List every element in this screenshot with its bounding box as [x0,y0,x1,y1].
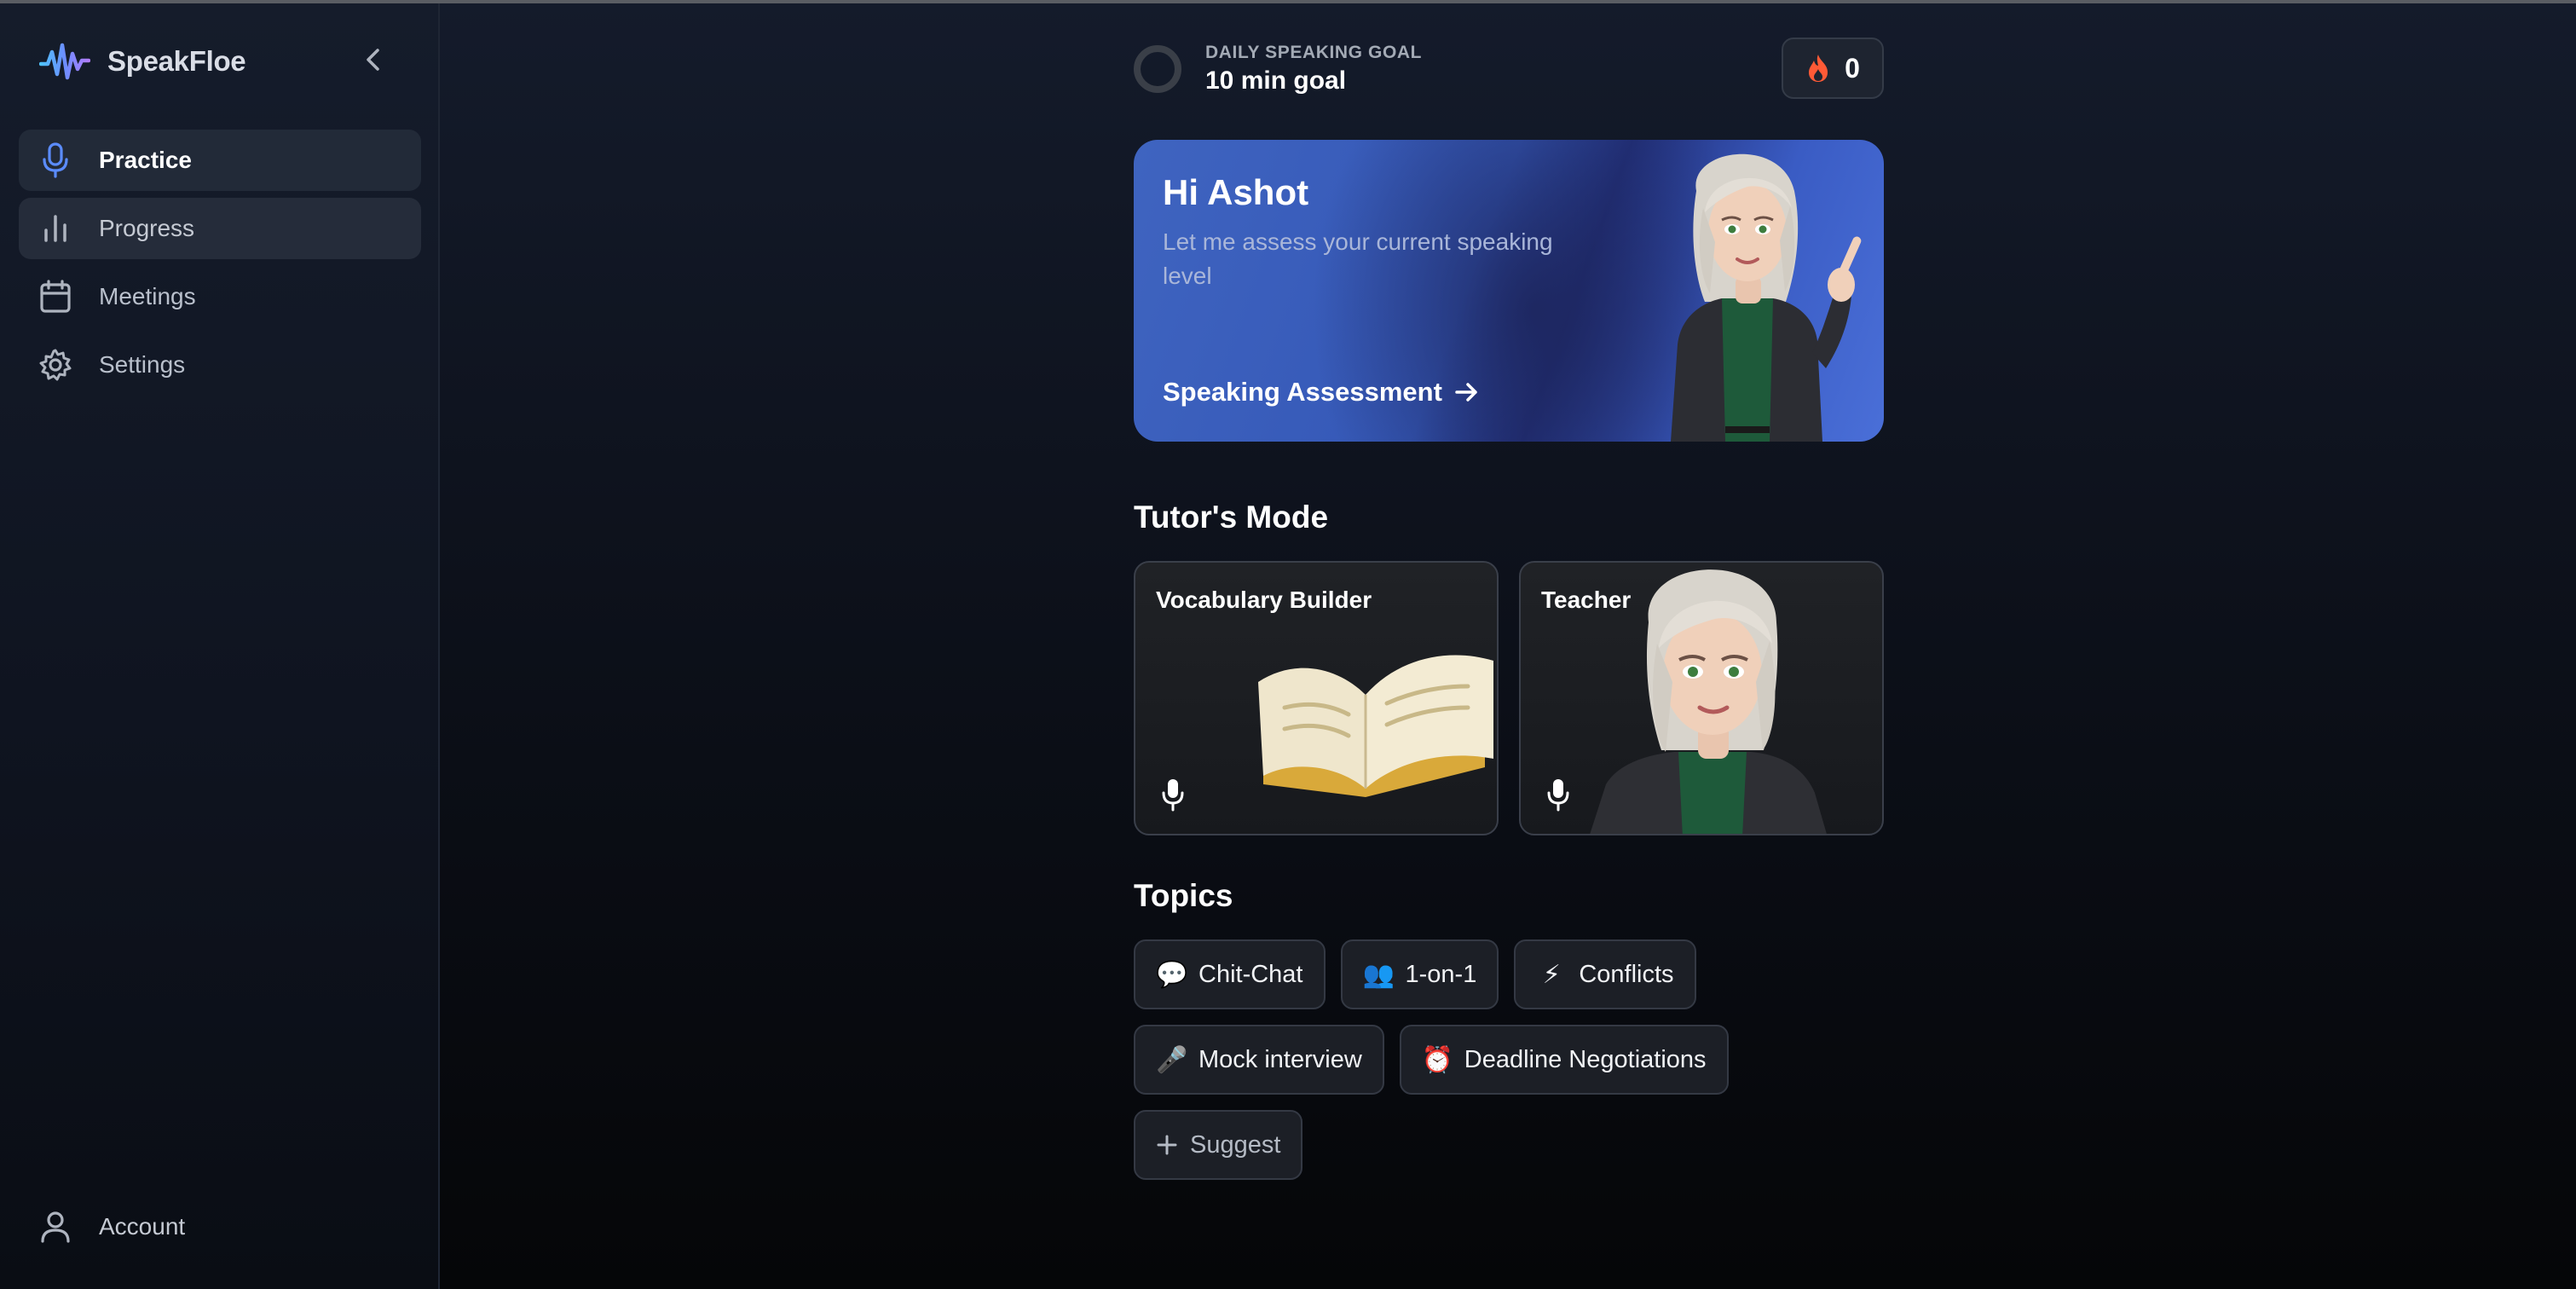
microphone-icon [38,142,73,178]
goal-progress-ring [1134,45,1181,93]
brand[interactable]: SpeakFloe [39,36,246,87]
hero-title: Hi Ashot [1163,172,1309,212]
topics-title: Topics [1134,878,1233,913]
sidebar-item-progress[interactable]: Progress [19,198,421,259]
goal-label: DAILY SPEAKING GOAL [1205,43,1423,62]
chip-label: Conflicts [1579,960,1674,988]
topic-chip-conflicts[interactable]: ⚡ Conflicts [1514,939,1696,1009]
tutor-mode-title: Tutor's Mode [1134,500,1329,535]
topic-chip-deadline-negotiations[interactable]: ⏰ Deadline Negotiations [1399,1025,1729,1095]
app-name: SpeakFloe [107,45,246,77]
speaking-assessment-card[interactable]: Hi Ashot Let me assess your current spea… [1134,140,1884,442]
people-icon: 👥 [1362,960,1395,989]
flame-icon [1809,55,1828,82]
chip-label: Mock interview [1198,1045,1362,1073]
chip-label: Deadline Negotiations [1464,1045,1707,1073]
sidebar-nav: Practice Progress Meetings Settings [19,130,421,402]
chip-label: 1-on-1 [1405,960,1477,988]
sidebar-item-label: Practice [99,147,192,173]
vocabulary-builder-card[interactable]: Vocabulary Builder [1134,561,1499,835]
daily-goal[interactable]: DAILY SPEAKING GOAL 10 min goal [1134,43,1422,95]
lightning-icon: ⚡ [1542,960,1561,989]
card-title: Teacher [1541,587,1632,613]
calendar-icon [38,279,73,315]
account-label: Account [99,1213,186,1240]
suggest-topic-button[interactable]: Suggest [1134,1110,1303,1180]
user-icon [38,1209,73,1245]
sidebar-item-label: Settings [99,351,186,378]
speaking-assessment-button[interactable]: Speaking Assessment [1163,377,1480,408]
arrow-right-icon [1455,383,1477,402]
card-title: Vocabulary Builder [1156,587,1372,613]
soundwave-logo-icon [39,43,90,80]
hero-subtitle: Let me assess your current speaking leve… [1163,228,1553,289]
sidebar-item-settings[interactable]: Settings [19,334,421,396]
teacher-card[interactable]: Teacher [1519,561,1884,835]
microphone-icon[interactable] [1545,777,1572,812]
chevron-left-icon [367,49,379,71]
topic-chip-chit-chat[interactable]: 💬 Chit-Chat [1134,939,1326,1009]
sidebar-item-practice[interactable]: Practice [19,130,421,191]
microphone-icon: 🎤 [1156,1045,1188,1074]
topic-chip-mock-interview[interactable]: 🎤 Mock interview [1134,1025,1384,1095]
collapse-sidebar-button[interactable] [358,44,389,75]
cta-label: Speaking Assessment [1163,377,1442,407]
gear-icon [38,347,73,383]
goal-value: 10 min goal [1205,66,1347,95]
alarm-clock-icon: ⏰ [1421,1045,1454,1074]
streak-badge[interactable]: 0 [1782,38,1884,99]
suggest-label: Suggest [1190,1130,1281,1159]
topic-chip-1-on-1[interactable]: 👥 1-on-1 [1340,939,1499,1009]
microphone-icon[interactable] [1159,777,1187,812]
sidebar-item-label: Progress [99,215,195,241]
bar-chart-icon [38,211,73,246]
streak-count: 0 [1845,52,1860,84]
tutor-avatar-illustration [1671,153,1862,442]
sidebar-item-label: Meetings [99,283,196,309]
sidebar-item-meetings[interactable]: Meetings [19,266,421,327]
account-link[interactable]: Account [38,1209,185,1245]
chip-label: Chit-Chat [1198,960,1303,988]
open-book-image [1258,655,1493,797]
sidebar: SpeakFloe Practice Progress Meetings Set… [0,3,440,1289]
topic-chips: 💬 Chit-Chat 👥 1-on-1 ⚡ Conflicts 🎤 Mock … [1134,939,1884,1195]
plus-icon [1157,1135,1177,1155]
speech-bubble-icon: 💬 [1156,960,1188,989]
